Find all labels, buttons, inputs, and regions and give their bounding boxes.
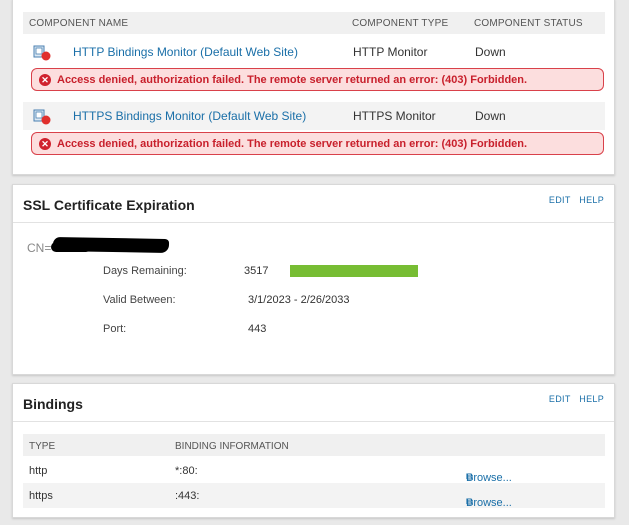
valid-between-label: Valid Between: [103, 294, 176, 306]
binding-info: :443: [175, 490, 200, 502]
binding-type: https [29, 490, 53, 502]
error-message-box: ✕ Access denied, authorization failed. T… [31, 132, 604, 155]
column-header-component-type: COMPONENT TYPE [352, 18, 449, 29]
column-header-component-name: COMPONENT NAME [29, 18, 129, 29]
help-link[interactable]: HELP [579, 394, 604, 404]
panel-links: EDIT HELP [543, 394, 604, 404]
edit-link[interactable]: EDIT [549, 394, 571, 404]
component-status: Down [475, 109, 506, 123]
error-message-text: Access denied, authorization failed. The… [57, 138, 528, 150]
error-message-text: Access denied, authorization failed. The… [57, 74, 528, 86]
days-remaining-bar-fill [290, 265, 418, 277]
edit-link[interactable]: EDIT [549, 195, 571, 205]
port-label: Port: [103, 323, 127, 335]
binding-type: http [29, 465, 48, 477]
components-panel: COMPONENT NAME COMPONENT TYPE COMPONENT … [12, 0, 615, 175]
redaction-mark [51, 242, 91, 252]
component-link-http-bindings[interactable]: HTTP Bindings Monitor (Default Web Site) [73, 45, 298, 59]
binding-info: *:80: [175, 465, 198, 477]
bindings-panel: Bindings EDIT HELP TYPE BINDING INFORMAT… [12, 383, 615, 518]
component-type: HTTP Monitor [353, 45, 428, 59]
error-icon: ✕ [39, 138, 51, 150]
component-type: HTTPS Monitor [353, 109, 436, 123]
component-status: Down [475, 45, 506, 59]
monitor-down-icon [33, 45, 51, 61]
port-value: 443 [248, 323, 267, 335]
days-remaining-bar [290, 265, 418, 277]
components-table-header: COMPONENT NAME COMPONENT TYPE COMPONENT … [23, 12, 605, 34]
column-header-component-status: COMPONENT STATUS [474, 18, 583, 29]
component-row: HTTP Bindings Monitor (Default Web Site)… [23, 38, 605, 66]
component-link-https-bindings[interactable]: HTTPS Bindings Monitor (Default Web Site… [73, 109, 306, 123]
days-remaining-label: Days Remaining: [103, 265, 187, 277]
certificate-cn-label: CN= [27, 241, 52, 255]
column-header-binding-information: BINDING INFORMATION [175, 441, 289, 452]
table-row: http *:80: ⧉ Browse... [23, 458, 605, 484]
error-icon: ✕ [39, 74, 51, 86]
bindings-table-header: TYPE BINDING INFORMATION [23, 434, 605, 456]
panel-title: SSL Certificate Expiration [23, 197, 195, 213]
divider [13, 222, 614, 223]
column-header-type: TYPE [29, 441, 56, 452]
days-remaining-value: 3517 [244, 265, 269, 277]
help-link[interactable]: HELP [579, 195, 604, 205]
error-message-box: ✕ Access denied, authorization failed. T… [31, 68, 604, 91]
panel-links: EDIT HELP [543, 195, 604, 205]
component-row: HTTPS Bindings Monitor (Default Web Site… [23, 102, 605, 130]
ssl-certificate-panel: SSL Certificate Expiration EDIT HELP CN=… [12, 184, 615, 375]
panel-title: Bindings [23, 396, 83, 412]
valid-between-value: 3/1/2023 - 2/26/2033 [248, 294, 350, 306]
monitor-down-icon [33, 109, 51, 125]
table-row: https :443: ⧉ Browse... [23, 483, 605, 509]
divider [13, 421, 614, 422]
browse-label: Browse... [466, 497, 512, 509]
